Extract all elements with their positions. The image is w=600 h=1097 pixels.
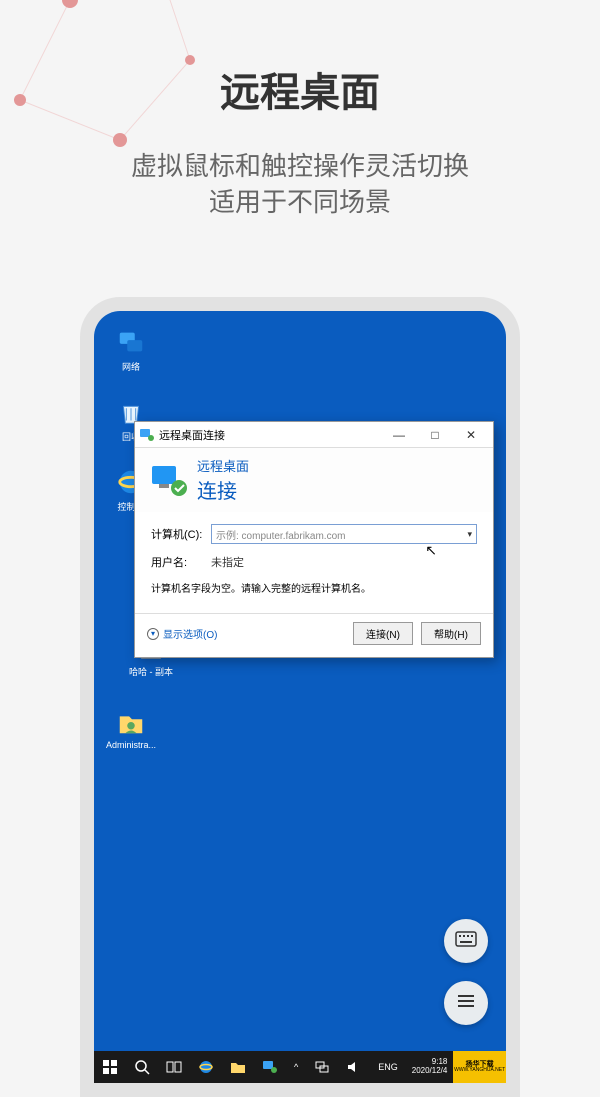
connect-button[interactable]: 连接(N) <box>353 622 413 645</box>
start-button[interactable] <box>94 1051 126 1083</box>
taskbar-explorer-button[interactable] <box>222 1051 254 1083</box>
desktop-icon-label: 网络 <box>106 360 156 373</box>
dialog-header-line-2: 连接 <box>197 475 249 504</box>
show-options-toggle[interactable]: ▾ 显示选项(O) <box>147 626 345 641</box>
folder-icon <box>230 1059 246 1075</box>
computer-field-row: 计算机(C): 示例: computer.fabrikam.com ▾ ↖ <box>151 524 477 544</box>
dialog-title-text: 远程桌面连接 <box>159 427 381 443</box>
help-button[interactable]: 帮助(H) <box>421 622 481 645</box>
keyboard-icon <box>455 930 477 953</box>
taskbar-clock[interactable]: 9:18 2020/12/4 <box>406 1058 454 1076</box>
menu-button[interactable] <box>444 981 488 1025</box>
task-view-button[interactable] <box>158 1051 190 1083</box>
remote-desktop-connection-dialog: 远程桌面连接 — □ ✕ 远程桌面 连接 计算机(C): 示例: comp <box>134 421 494 658</box>
desktop-icon-administrator[interactable]: Administra... <box>106 706 156 750</box>
search-button[interactable] <box>126 1051 158 1083</box>
search-icon <box>134 1059 150 1075</box>
computer-placeholder: 示例: computer.fabrikam.com <box>216 527 345 542</box>
show-options-label: 显示选项(O) <box>163 626 217 641</box>
computer-label: 计算机(C): <box>151 526 211 542</box>
taskbar-ie-button[interactable] <box>190 1051 222 1083</box>
taskbar-rdc-button[interactable] <box>254 1051 286 1083</box>
taskbar-date: 2020/12/4 <box>412 1067 448 1076</box>
dialog-titlebar[interactable]: 远程桌面连接 — □ ✕ <box>135 422 493 448</box>
rdc-titlebar-icon <box>139 427 155 443</box>
rdc-icon <box>262 1059 278 1075</box>
tray-up-arrow[interactable]: ^ <box>286 1051 306 1083</box>
desktop-icon-label: 哈哈 - 副本 <box>126 665 176 678</box>
network-icon <box>115 326 147 358</box>
computer-name-hint: 计算机名字段为空。请输入完整的远程计算机名。 <box>151 580 477 595</box>
network-tray-icon <box>314 1059 330 1075</box>
chevron-up-icon: ^ <box>294 1062 298 1072</box>
desktop-icon-network[interactable]: 网络 <box>106 326 156 373</box>
computer-combobox[interactable]: 示例: computer.fabrikam.com ▾ <box>211 524 477 544</box>
desktop-icon-label: Administra... <box>106 740 156 750</box>
dialog-header-line-1: 远程桌面 <box>197 456 249 475</box>
maximize-button[interactable]: □ <box>417 422 453 448</box>
user-folder-icon <box>115 706 147 738</box>
expand-down-icon: ▾ <box>147 628 159 640</box>
ie-icon <box>198 1059 214 1075</box>
close-button[interactable]: ✕ <box>453 422 489 448</box>
watermark-line-2: WWW.YANGHUA.NET <box>454 1068 505 1073</box>
task-view-icon <box>166 1059 182 1075</box>
tray-network-icon[interactable] <box>306 1051 338 1083</box>
rdc-header-icon <box>149 460 189 500</box>
phone-mockup: 网络 回收 控制面 哈哈 哈哈 - 副本 <box>80 297 520 1097</box>
username-value: 未指定 <box>211 554 244 570</box>
language-indicator[interactable]: ENG <box>370 1051 406 1083</box>
windows-logo-icon <box>102 1059 118 1075</box>
tray-volume-icon[interactable] <box>338 1051 370 1083</box>
mouse-cursor-icon: ↖ <box>425 542 437 559</box>
chevron-down-icon[interactable]: ▾ <box>467 529 472 540</box>
windows-taskbar: ^ ENG 9:18 2020/12/4 扬华下载 WWW.YANGHUA.NE… <box>94 1051 506 1083</box>
decoration-network-graphic <box>0 0 220 220</box>
dialog-body: 计算机(C): 示例: computer.fabrikam.com ▾ ↖ 用户… <box>135 512 493 595</box>
minimize-button[interactable]: — <box>381 422 417 448</box>
hamburger-menu-icon <box>456 992 476 1015</box>
username-label: 用户名: <box>151 554 211 570</box>
watermark-logo: 扬华下载 WWW.YANGHUA.NET <box>453 1051 506 1083</box>
volume-icon <box>346 1059 362 1075</box>
remote-desktop-screen[interactable]: 网络 回收 控制面 哈哈 哈哈 - 副本 <box>94 311 506 1083</box>
dialog-header: 远程桌面 连接 <box>135 448 493 512</box>
dialog-footer: ▾ 显示选项(O) 连接(N) 帮助(H) <box>135 613 493 657</box>
virtual-keyboard-button[interactable] <box>444 919 488 963</box>
